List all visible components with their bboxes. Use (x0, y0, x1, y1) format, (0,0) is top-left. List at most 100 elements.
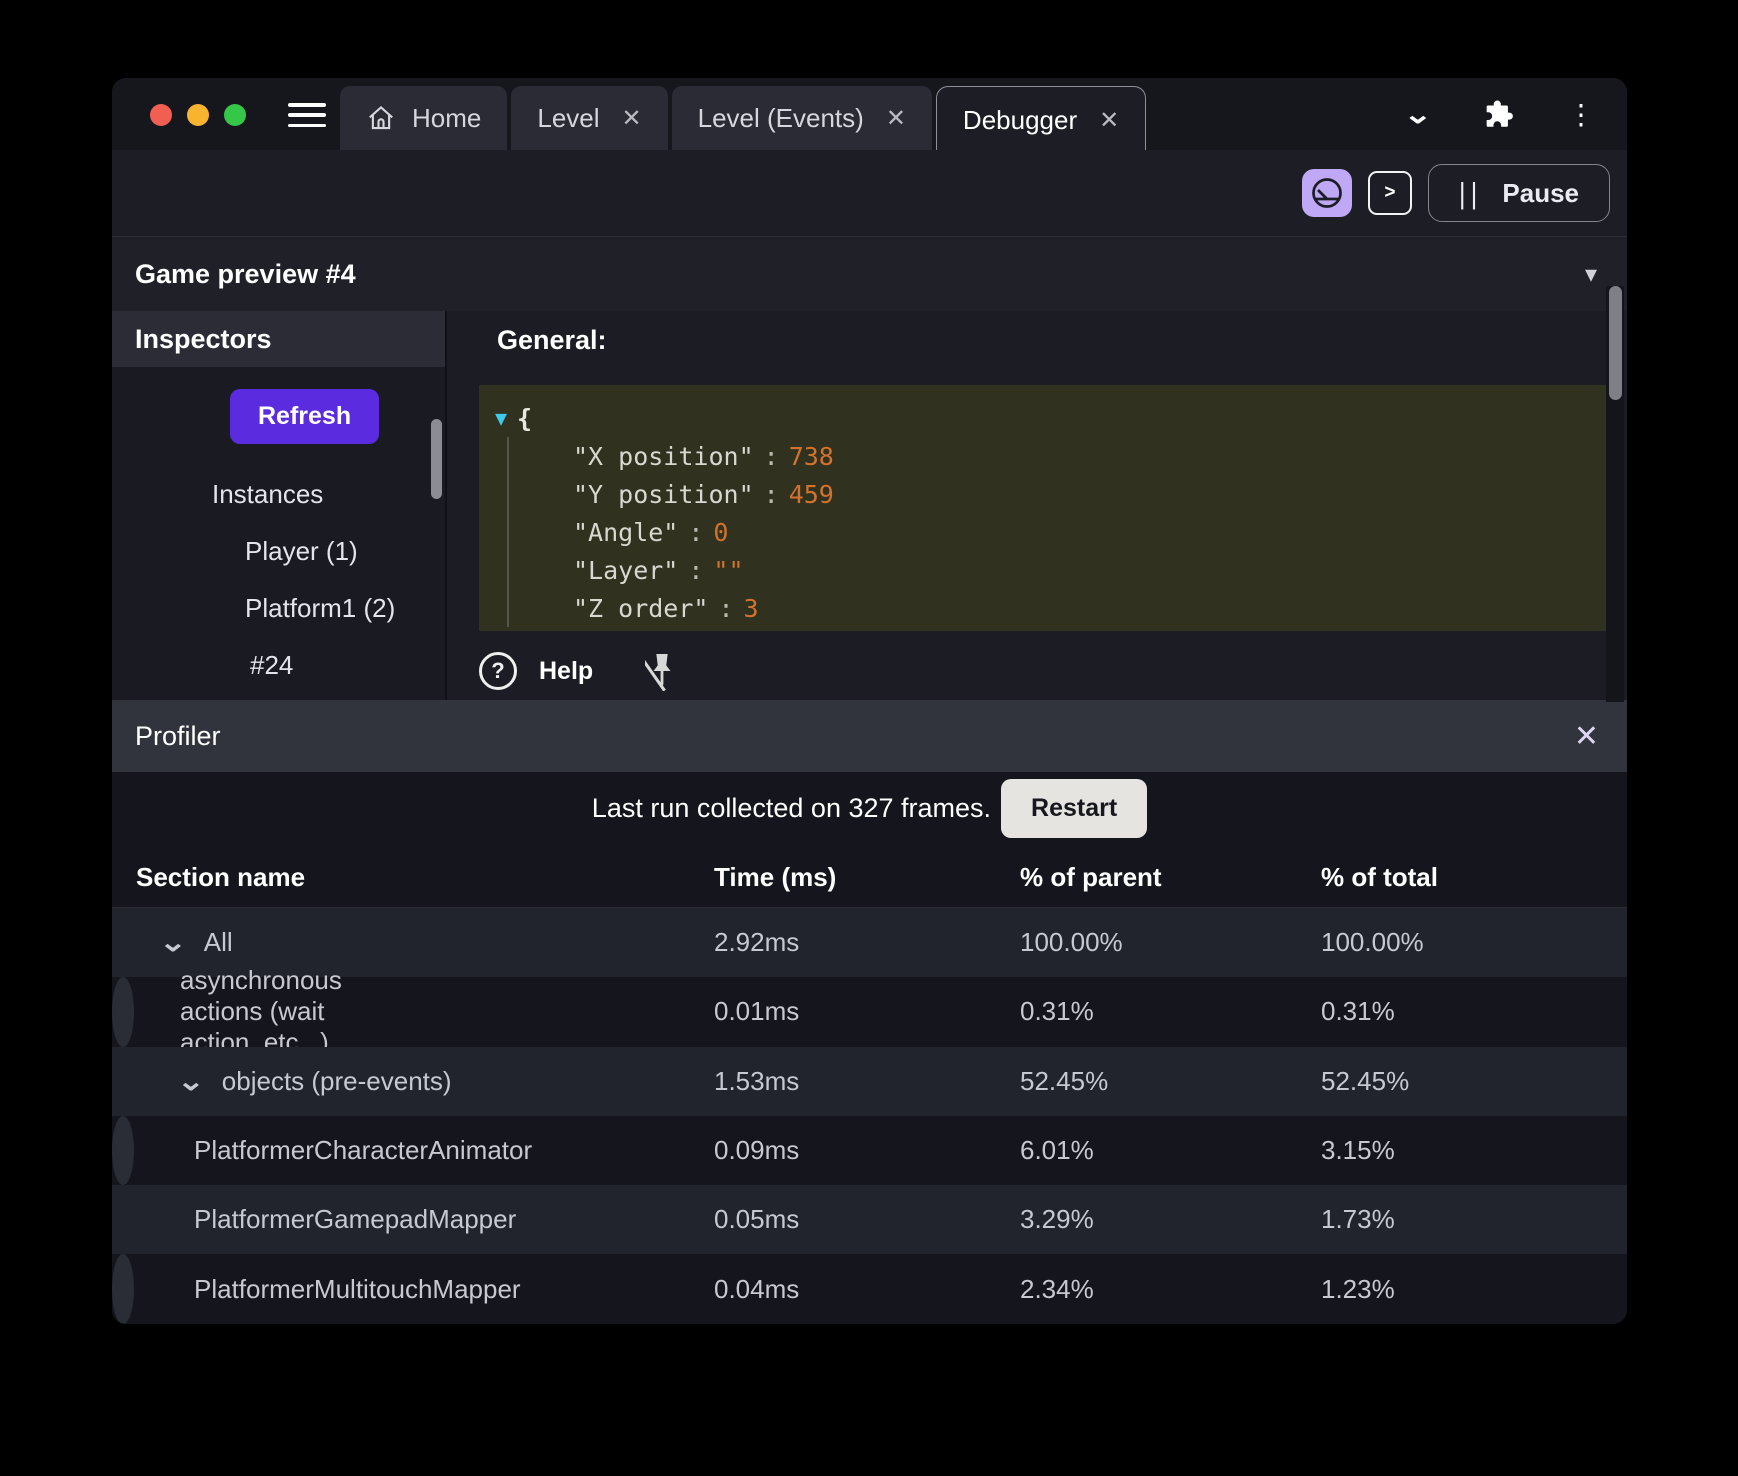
preview-dropdown-icon[interactable]: ▾ (1585, 260, 1597, 289)
row-collapse-chevron-icon[interactable]: ⌄ (159, 927, 187, 958)
minimize-window-button[interactable] (187, 104, 209, 126)
profiler-table-body: ⌄All2.92ms100.00%100.00%asynchronous act… (112, 908, 1627, 1324)
window-controls (150, 104, 246, 126)
tab-label: Home (412, 103, 481, 134)
json-key: "Y position" (573, 480, 754, 509)
inspectors-panel: Inspectors Refresh InstancesPlayer (1)Pl… (112, 311, 447, 700)
help-label[interactable]: Help (539, 657, 593, 686)
profiler-info-row: Last run collected on 327 frames. Restar… (112, 772, 1627, 844)
pct-parent-value: 52.45% (1020, 1066, 1108, 1097)
pct-total-value: 52.45% (1321, 1066, 1409, 1097)
tab-label: Level (537, 103, 599, 134)
close-window-button[interactable] (150, 104, 172, 126)
extensions-puzzle-icon[interactable] (1481, 97, 1515, 131)
profiler-row-platformergamepadmapper[interactable]: PlatformerGamepadMapper0.05ms3.29%1.73% (112, 1185, 1627, 1254)
debugger-toolbar: > || Pause (112, 150, 1627, 236)
profiler-header: Profiler ✕ (112, 700, 1627, 772)
collapse-triangle-icon[interactable]: ▼ (495, 406, 507, 430)
tab-home[interactable]: Home (340, 86, 507, 150)
time-value: 0.09ms (714, 1135, 799, 1166)
pct-total-value: 3.15% (1321, 1135, 1395, 1166)
tab-bar: HomeLevel✕Level (Events)✕Debugger✕ ⌄ ⋮ (112, 78, 1627, 150)
json-value[interactable]: "" (713, 556, 743, 585)
section-name: PlatformerCharacterAnimator (194, 1135, 532, 1166)
tab-debugger[interactable]: Debugger ✕ (936, 86, 1146, 153)
profiler-row-objects-pre-events-[interactable]: ⌄objects (pre-events)1.53ms52.45%52.45% (112, 1047, 1627, 1116)
inspector-item--24[interactable]: #24 (112, 637, 445, 694)
restart-button[interactable]: Restart (1001, 779, 1147, 838)
column-time: Time (ms) (714, 862, 836, 893)
pause-button[interactable]: || Pause (1428, 164, 1610, 222)
time-value: 0.05ms (714, 1204, 799, 1235)
inspector-item-instances[interactable]: Instances (112, 466, 445, 523)
pct-parent-value: 6.01% (1020, 1135, 1094, 1166)
time-value: 0.01ms (714, 996, 799, 1027)
json-property: "Z order":3 (573, 589, 1610, 627)
json-value[interactable]: 738 (789, 442, 834, 471)
pause-label: Pause (1502, 178, 1579, 209)
profiler-section: Profiler ✕ Last run collected on 327 fra… (112, 700, 1627, 1324)
json-property: "Angle":0 (573, 513, 1610, 551)
profiler-scrollbar-thumb[interactable] (1609, 286, 1622, 400)
refresh-button[interactable]: Refresh (230, 389, 379, 444)
column-pct-parent: % of parent (1020, 862, 1162, 893)
home-icon (366, 103, 396, 133)
inspector-item-platform1-2-[interactable]: Platform1 (2) (112, 580, 445, 637)
tabbar-right-actions: ⌄ ⋮ (1407, 78, 1595, 150)
profiler-gauge-button[interactable] (1302, 169, 1352, 217)
zoom-window-button[interactable] (224, 104, 246, 126)
unpin-icon[interactable] (645, 651, 679, 691)
inspectors-header: Inspectors (112, 311, 445, 367)
game-preview-title: Game preview #4 (135, 259, 356, 290)
json-colon: : (754, 480, 789, 509)
tab-label: Debugger (963, 105, 1077, 136)
tab-close-icon[interactable]: ✕ (616, 104, 642, 133)
app-window: HomeLevel✕Level (Events)✕Debugger✕ ⌄ ⋮ >… (112, 78, 1627, 1324)
profiler-row-asynchronous-actions-wait-action-etc-[interactable]: asynchronous actions (wait action, etc..… (112, 977, 134, 1046)
tab-close-icon[interactable]: ✕ (1093, 106, 1119, 135)
section-name: PlatformerMultitouchMapper (194, 1274, 521, 1305)
console-button[interactable]: > (1368, 171, 1412, 215)
time-value: 1.53ms (714, 1066, 799, 1097)
json-colon: : (678, 518, 713, 547)
inspector-item-player-1-[interactable]: Player (1) (112, 523, 445, 580)
json-colon: : (754, 442, 789, 471)
tab-close-icon[interactable]: ✕ (880, 104, 906, 133)
pct-total-value: 1.23% (1321, 1274, 1395, 1305)
tab-level-events-[interactable]: Level (Events)✕ (672, 86, 932, 150)
json-value[interactable]: 3 (744, 594, 759, 623)
json-key: "Angle" (573, 518, 678, 547)
profiler-close-icon[interactable]: ✕ (1574, 719, 1599, 754)
column-pct-total: % of total (1321, 862, 1438, 893)
json-property: "Y position":459 (573, 475, 1610, 513)
profiler-row-platformercharacteranimator[interactable]: PlatformerCharacterAnimator0.09ms6.01%3.… (112, 1116, 134, 1185)
pct-parent-value: 2.34% (1020, 1274, 1094, 1305)
game-preview-header[interactable]: Game preview #4 ▾ (112, 236, 1627, 312)
tab-level[interactable]: Level ✕ (511, 86, 667, 150)
json-value[interactable]: 0 (713, 518, 728, 547)
inspector-detail-panel: General: ▼ { "X position":738"Y position… (447, 311, 1627, 700)
json-colon: : (708, 594, 743, 623)
row-collapse-chevron-icon[interactable]: ⌄ (177, 1066, 205, 1097)
json-key: "Layer" (573, 556, 678, 585)
section-name: PlatformerGamepadMapper (194, 1204, 516, 1235)
debugger-panels: Inspectors Refresh InstancesPlayer (1)Pl… (112, 311, 1627, 700)
pct-parent-value: 100.00% (1020, 927, 1123, 958)
profiler-status-text: Last run collected on 327 frames. (592, 793, 991, 824)
profiler-title: Profiler (135, 721, 221, 752)
help-question-icon[interactable]: ? (479, 652, 517, 690)
time-value: 0.04ms (714, 1274, 799, 1305)
general-section-title: General: (497, 325, 607, 356)
more-options-kebab-icon[interactable]: ⋮ (1567, 98, 1595, 131)
json-property: "X position":738 (573, 437, 1610, 475)
json-key: "X position" (573, 442, 754, 471)
chevron-down-icon[interactable]: ⌄ (1403, 99, 1432, 130)
console-prompt-glyph: > (1384, 182, 1395, 204)
inspectors-scrollbar[interactable] (431, 419, 442, 499)
section-name: asynchronous actions (wait action, etc..… (180, 965, 342, 1058)
profiler-row-platformermultitouchmapper[interactable]: PlatformerMultitouchMapper0.04ms2.34%1.2… (112, 1254, 134, 1323)
main-menu-icon[interactable] (288, 103, 326, 127)
editor-tabs: HomeLevel✕Level (Events)✕Debugger✕ (340, 86, 1150, 150)
section-name: All (204, 927, 233, 958)
json-value[interactable]: 459 (789, 480, 834, 509)
